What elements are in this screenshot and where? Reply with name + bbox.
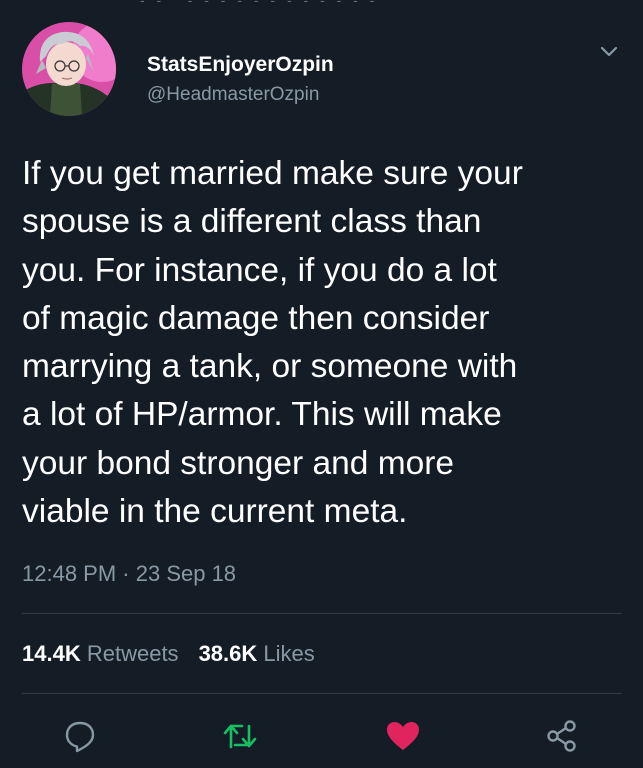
display-name[interactable]: StatsEnjoyerOzpin — [147, 53, 334, 77]
like-button[interactable] — [383, 718, 423, 758]
tweet-time: 12:48 PM — [22, 561, 117, 586]
timestamp[interactable]: 12:48 PM · 23 Sep 18 — [22, 561, 236, 587]
heart-icon — [385, 720, 421, 757]
retweets-label: Retweets — [86, 641, 179, 666]
likes-count: 38.6K — [198, 641, 258, 666]
likes-label: Likes — [263, 641, 315, 666]
retweet-button[interactable] — [220, 718, 260, 758]
user-handle[interactable]: @HeadmasterOzpin — [147, 84, 319, 106]
previous-tweet-fragment: - - ' - - - - - - - - - - - - — [140, 0, 440, 4]
reply-icon — [63, 719, 97, 758]
divider — [22, 693, 622, 694]
timestamp-separator: · — [116, 561, 136, 586]
tweet-text: If you get married make sure your spouse… — [22, 155, 523, 531]
divider — [22, 613, 622, 614]
share-button[interactable] — [542, 718, 582, 758]
retweets-count: 14.4K — [22, 641, 81, 666]
likes-stat[interactable]: 38.6K Likes — [199, 641, 315, 666]
engagement-stats: 14.4K Retweets 38.6K Likes — [22, 641, 315, 667]
retweets-stat[interactable]: 14.4K Retweets — [22, 641, 179, 666]
avatar[interactable] — [22, 22, 116, 116]
share-icon — [544, 718, 580, 759]
retweet-icon — [222, 721, 258, 756]
reply-button[interactable] — [60, 718, 100, 758]
chevron-down-icon[interactable] — [596, 42, 622, 62]
tweet-date: 23 Sep 18 — [135, 561, 237, 586]
